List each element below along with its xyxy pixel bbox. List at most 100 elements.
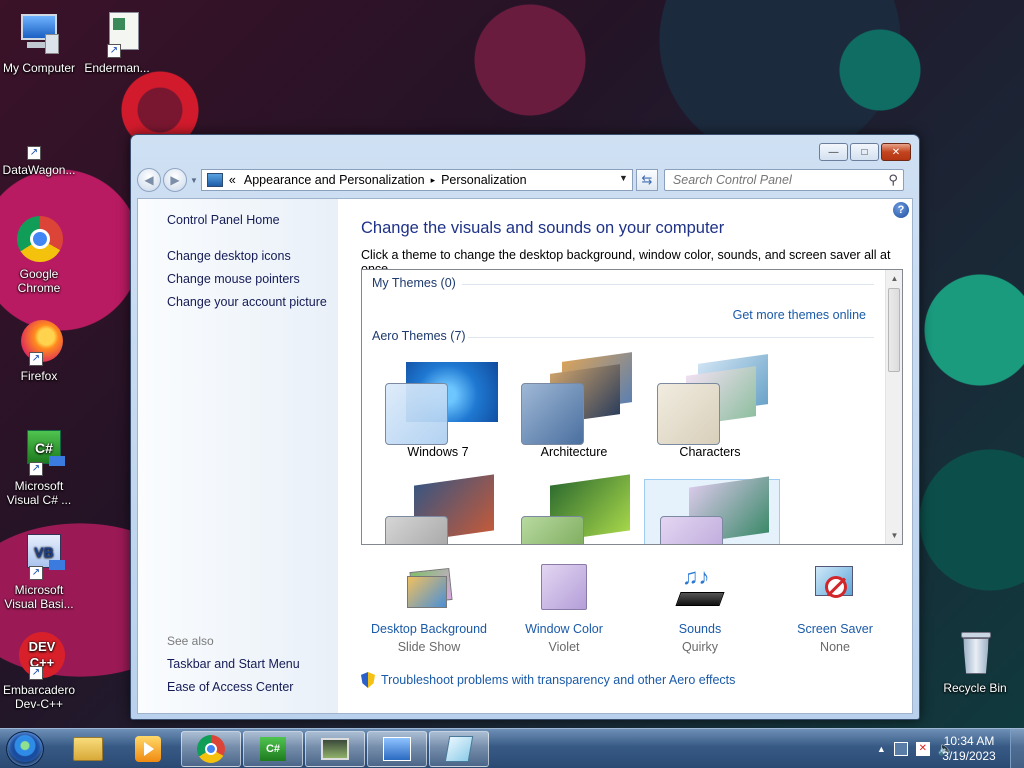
taskbar-control-panel[interactable] [367,731,427,767]
folder-icon [73,737,103,761]
address-dropdown-icon[interactable]: ▼ [619,173,628,183]
get-more-themes-link[interactable]: Get more themes online [733,308,866,322]
see-also-label: See also [167,634,214,648]
desktop-icon-chrome[interactable]: Google Chrome [0,216,78,295]
close-button[interactable]: ✕ [881,143,911,161]
scroll-thumb[interactable] [888,288,900,372]
window-color-swatch [385,383,448,445]
sounds-option[interactable]: ♫♪ Sounds Quirky [632,564,768,654]
taskbar-media-player[interactable] [118,731,178,767]
desktop-background-link[interactable]: Desktop Background [361,622,497,636]
desktop-icon-firefox[interactable]: ↗ Firefox [0,318,78,383]
clock-date: 3/19/2023 [942,749,996,763]
clock[interactable]: 10:34 AM 3/19/2023 [934,734,1004,764]
taskbar-app-3[interactable] [305,731,365,767]
theme-list[interactable]: My Themes (0) Get more themes online Aer… [361,269,903,545]
group-divider [462,284,874,285]
desktop-icon-label: DataWagon... [2,163,76,177]
sounds-link[interactable]: Sounds [632,622,768,636]
screen-saver-link[interactable]: Screen Saver [767,622,903,636]
desktop-icon-devcpp[interactable]: DEV C++ ↗ Embarcadero Dev-C++ [0,632,78,711]
desktop-icon-label: My Computer [2,61,76,75]
desktop-icon-label: Embarcadero Dev-C++ [2,683,76,711]
ease-of-access-link[interactable]: Ease of Access Center [167,680,293,694]
aero-themes-header[interactable]: Aero Themes (7) [372,329,466,343]
change-mouse-pointers-link[interactable]: Change mouse pointers [167,272,300,286]
desktop-icon-visual-csharp[interactable]: C# ↗ Microsoft Visual C# ... [0,428,78,507]
network-icon[interactable] [893,742,908,756]
left-pane: Control Panel Home Change desktop icons … [138,199,338,713]
navigation-bar: ◀ ▶ ▼ « Appearance and Personalization ▸… [137,167,913,193]
theme-list-scrollbar[interactable]: ▲ ▼ [885,270,902,544]
breadcrumb-personalization[interactable]: Personalization [441,173,526,187]
taskbar-chrome[interactable] [181,731,241,767]
theme-landscapes[interactable] [370,474,506,544]
window-color-value: Violet [548,640,580,654]
window-color-swatch [660,516,723,544]
window-color-option[interactable]: Window Color Violet [496,564,632,654]
screen-saver-icon [811,564,859,612]
desktop-icon-recycle-bin[interactable]: Recycle Bin [936,630,1014,695]
theme-name: Architecture [540,445,608,459]
maximize-button[interactable]: □ [850,143,879,161]
desktop-icon-visual-basic[interactable]: VB ↗ Microsoft Visual Basi... [0,532,78,611]
theme-architecture[interactable]: Architecture [506,352,642,470]
theme-windows-7[interactable]: Windows 7 [370,355,506,470]
taskbar-notepad[interactable] [429,731,489,767]
theme-characters[interactable]: Characters [642,354,778,470]
screen-saver-value: None [820,640,850,654]
refresh-button[interactable]: ⇆ [635,169,658,191]
theme-nature[interactable] [506,474,642,544]
show-desktop-button[interactable] [1010,729,1024,768]
content-area: Control Panel Home Change desktop icons … [137,198,913,714]
search-box[interactable]: ⚲ [663,169,904,191]
scroll-up-arrow[interactable]: ▲ [886,270,902,287]
desktop-background-value: Slide Show [397,640,461,654]
theme-scenes-selected[interactable] [644,476,780,544]
desktop-icon-label: Google Chrome [17,267,61,295]
search-icon[interactable]: ⚲ [888,172,898,188]
chrome-icon [197,735,225,763]
notepad-icon [444,736,474,762]
address-overflow[interactable]: « [229,173,236,187]
desktop-icon-enderman[interactable]: ↗ Enderman... [78,10,156,75]
taskbar-explorer[interactable] [58,731,118,767]
window-app-icon: ↗ [93,10,141,58]
monitor-app-icon [321,738,349,760]
address-bar[interactable]: « Appearance and Personalization ▸ Perso… [200,169,633,191]
vb-icon: VB ↗ [15,532,65,580]
search-input[interactable] [672,173,873,187]
window-color-link[interactable]: Window Color [496,622,632,636]
breadcrumb-appearance[interactable]: Appearance and Personalization [244,173,425,187]
window-color-swatch [521,516,584,544]
breadcrumb-separator[interactable]: ▸ [431,175,436,186]
shortcut-arrow-icon: ↗ [29,666,43,680]
control-panel-icon [206,173,223,187]
taskbar-visual-csharp[interactable]: C# [243,731,303,767]
screen-saver-option[interactable]: Screen Saver None [767,564,903,654]
desktop-icon-datawagon[interactable]: ↗ DataWagon... [0,140,78,177]
control-panel-home-link[interactable]: Control Panel Home [167,213,280,227]
my-themes-header[interactable]: My Themes (0) [372,276,456,290]
theme-name: Characters [679,445,741,459]
change-account-picture-link[interactable]: Change your account picture [167,295,327,309]
scroll-down-arrow[interactable]: ▼ [886,527,902,544]
help-icon[interactable]: ? [893,202,909,218]
recent-pages-dropdown[interactable]: ▼ [190,176,198,185]
taskbar-start-menu-link[interactable]: Taskbar and Start Menu [167,657,300,671]
media-player-icon [135,736,161,762]
desktop-icon-my-computer[interactable]: My Computer [0,10,78,75]
minimize-button[interactable]: — [819,143,848,161]
change-desktop-icons-link[interactable]: Change desktop icons [167,249,291,263]
forward-button[interactable]: ▶ [163,168,187,192]
chrome-icon [15,216,63,264]
troubleshoot-row: Troubleshoot problems with transparency … [361,672,735,688]
troubleshoot-link[interactable]: Troubleshoot problems with transparency … [381,673,735,687]
back-button[interactable]: ◀ [137,168,161,192]
show-hidden-icons-button[interactable]: ▲ [877,744,886,754]
desktop-background-option[interactable]: Desktop Background Slide Show [361,564,497,654]
shortcut-icon: ↗ [15,140,63,160]
personalization-window: — □ ✕ ◀ ▶ ▼ « Appearance and Personaliza… [130,134,920,720]
start-button[interactable] [6,731,44,767]
action-center-icon[interactable]: ✕ [915,742,930,756]
